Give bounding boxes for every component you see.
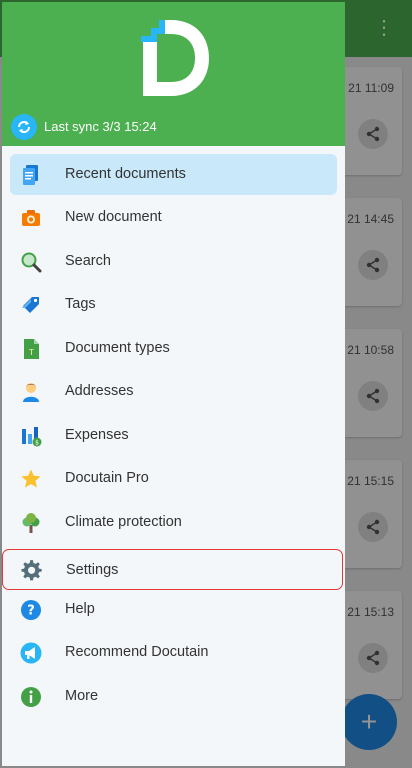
navigation-drawer: Last sync 3/3 15:24 Recent documents New… [2, 2, 345, 766]
menu-item-label: Help [65, 601, 95, 617]
gear-icon [21, 560, 42, 581]
docutain-logo [141, 20, 209, 96]
menu-item-label: Search [65, 253, 111, 269]
menu-item-label: Addresses [65, 383, 134, 399]
person-icon [23, 383, 39, 402]
menu-item-label: Expenses [65, 427, 129, 443]
last-sync-label: Last sync 3/3 15:24 [44, 119, 157, 134]
menu-item-label: Settings [66, 562, 119, 578]
megaphone-icon [20, 642, 42, 664]
tag-icon [22, 297, 39, 313]
menu-item-new-document[interactable]: New document [10, 197, 337, 238]
menu-item-search[interactable]: Search [10, 241, 337, 282]
document-type-icon: T [24, 339, 39, 359]
expenses-icon: $ [22, 427, 42, 447]
menu-item-label: Climate protection [65, 514, 182, 530]
drawer-header: Last sync 3/3 15:24 [2, 2, 345, 146]
svg-text:?: ? [27, 604, 35, 619]
menu-item-help[interactable]: ? Help [10, 589, 337, 630]
svg-text:$: $ [35, 440, 39, 447]
menu-item-climate-protection[interactable]: Climate protection [10, 502, 337, 543]
menu-item-recommend-docutain[interactable]: Recommend Docutain [10, 632, 337, 673]
menu-item-label: Recent documents [65, 166, 186, 182]
star-icon [21, 469, 41, 488]
menu-item-label: Recommend Docutain [65, 644, 209, 660]
documents-icon [23, 165, 38, 185]
help-icon: ? [21, 600, 41, 620]
camera-icon [22, 210, 40, 226]
info-icon [21, 687, 41, 707]
menu-item-label: Tags [65, 296, 96, 312]
sync-icon[interactable] [11, 114, 37, 140]
menu-item-settings[interactable]: Settings [2, 549, 343, 590]
menu-item-label: Docutain Pro [65, 470, 149, 486]
search-icon [21, 252, 42, 273]
menu-item-more[interactable]: More [10, 676, 337, 717]
svg-text:T: T [28, 348, 34, 357]
menu-item-docutain-pro[interactable]: Docutain Pro [10, 458, 337, 499]
menu-item-label: New document [65, 209, 162, 225]
menu-item-expenses[interactable]: $ Expenses [10, 415, 337, 456]
menu-item-label: Document types [65, 340, 170, 356]
tree-icon [22, 513, 40, 533]
menu-item-tags[interactable]: Tags [10, 284, 337, 325]
menu-item-recent-documents[interactable]: Recent documents [10, 154, 337, 195]
menu-item-label: More [65, 688, 99, 704]
menu-item-document-types[interactable]: T Document types [10, 328, 337, 369]
menu-item-addresses[interactable]: Addresses [10, 371, 337, 412]
